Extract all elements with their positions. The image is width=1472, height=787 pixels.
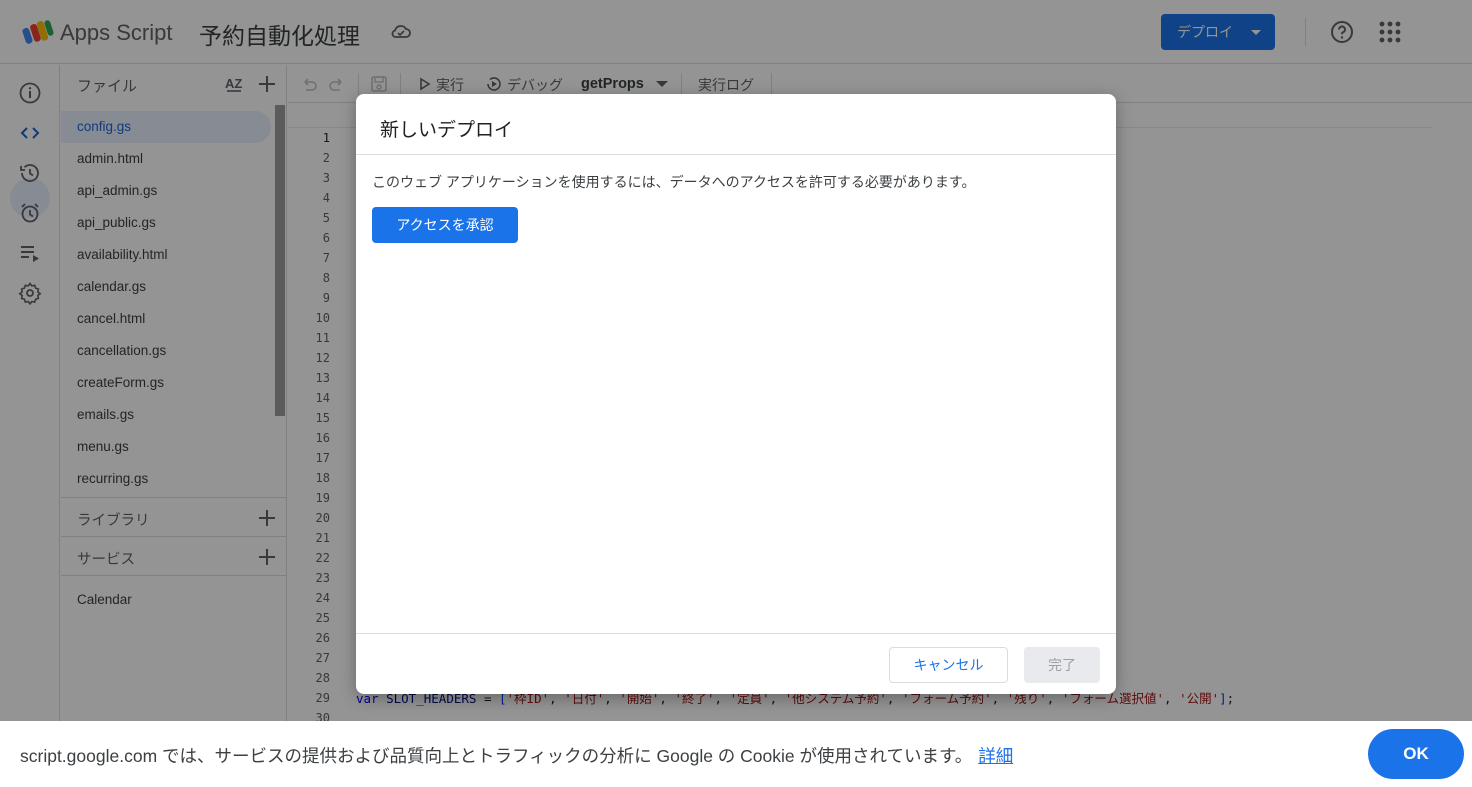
divider [356,154,1116,155]
cookie-message: script.google.com では、サービスの提供および品質向上とトラフィ… [20,746,973,766]
new-deployment-dialog: 新しいデプロイ このウェブ アプリケーションを使用するには、データへのアクセスを… [356,94,1116,694]
done-button[interactable]: 完了 [1024,647,1100,683]
cookie-details-link[interactable]: 詳細 [978,746,1013,766]
dialog-title: 新しいデプロイ [380,120,514,141]
cookie-banner: script.google.com では、サービスの提供および品質向上とトラフィ… [0,721,1472,787]
cookie-ok-button[interactable]: OK [1368,729,1464,779]
cookie-text: script.google.com では、サービスの提供および品質向上とトラフィ… [20,743,1013,768]
divider [356,633,1116,634]
cancel-button[interactable]: キャンセル [889,647,1008,683]
authorize-access-button[interactable]: アクセスを承認 [372,207,518,243]
dialog-message: このウェブ アプリケーションを使用するには、データへのアクセスを許可する必要があ… [372,174,976,190]
